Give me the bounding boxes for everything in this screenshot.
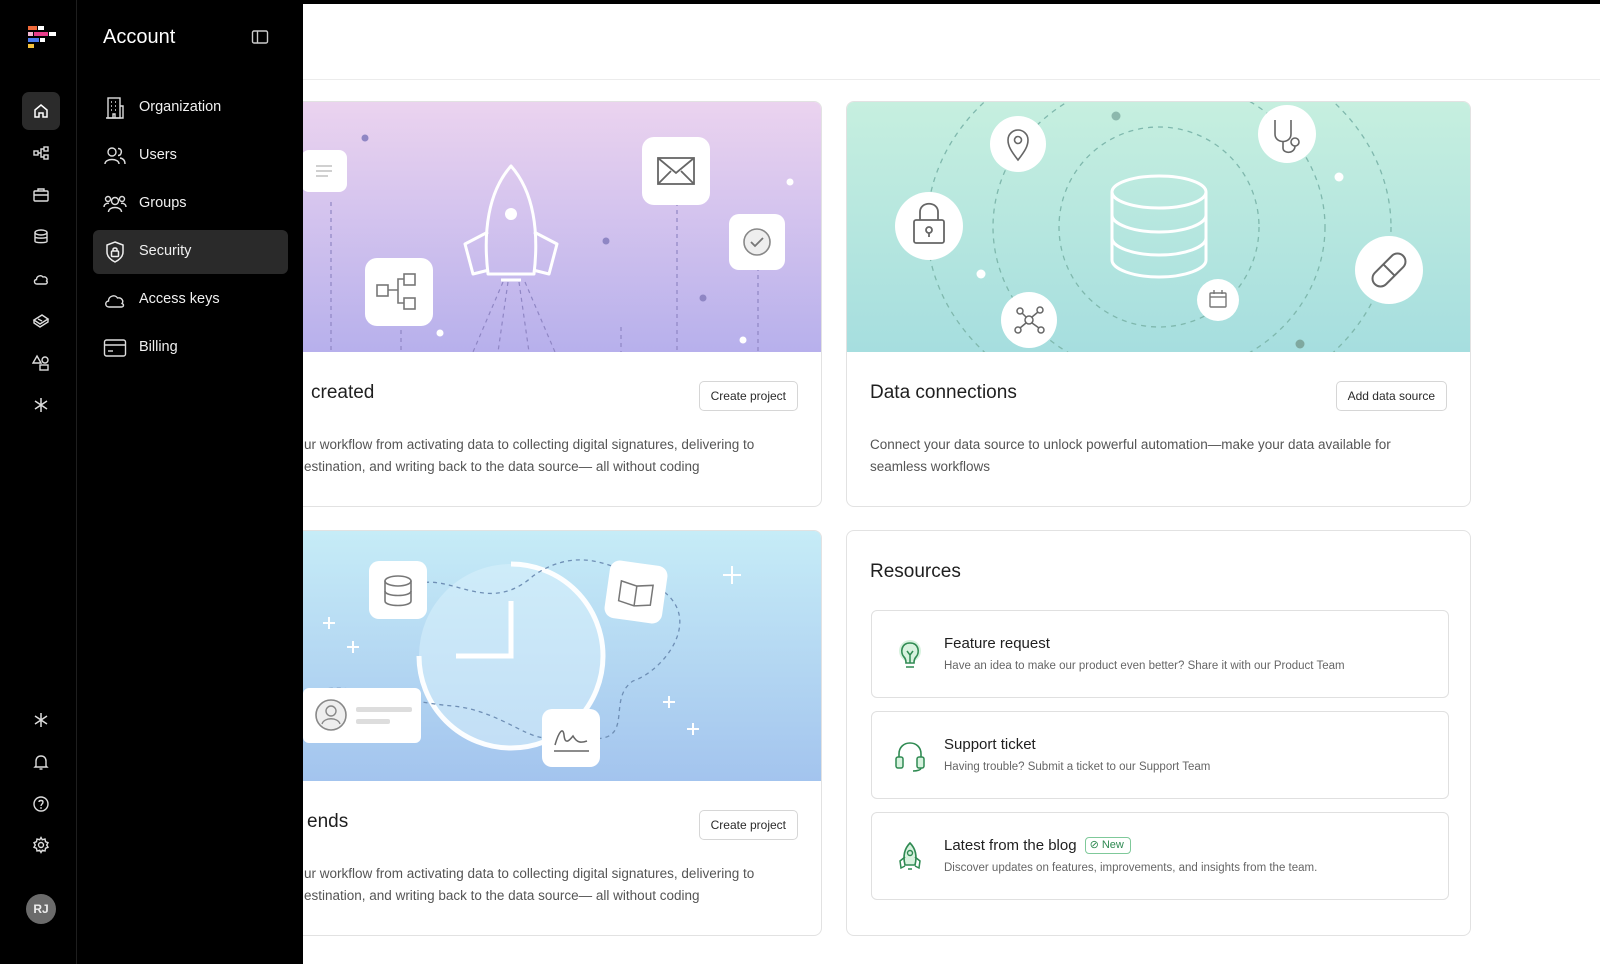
blog-item[interactable]: Latest from the blog ⊘ New Discover updat… bbox=[871, 812, 1449, 900]
blog-title: Latest from the blog ⊘ New bbox=[944, 837, 1131, 854]
blog-desc: Discover updates on features, improvemen… bbox=[944, 862, 1318, 874]
rail-cloud[interactable] bbox=[22, 260, 60, 298]
rail-projects[interactable] bbox=[22, 176, 60, 214]
nav-access-keys-label: Access keys bbox=[139, 291, 220, 307]
data-connections-desc-line1: Connect your data source to unlock power… bbox=[870, 437, 1391, 452]
feature-request-desc: Have an idea to make our product even be… bbox=[944, 660, 1345, 672]
data-connections-desc-line2: seamless workflows bbox=[870, 459, 991, 474]
data-connections-card: Data connections Add data source Connect… bbox=[846, 101, 1471, 507]
feature-request-item[interactable]: Feature request Have an idea to make our… bbox=[871, 610, 1449, 698]
nav-users[interactable]: Users bbox=[93, 134, 288, 178]
cloud-icon bbox=[33, 275, 48, 285]
rail-data[interactable] bbox=[22, 218, 60, 256]
add-data-source-button[interactable]: Add data source bbox=[1335, 381, 1447, 411]
bell-icon bbox=[33, 755, 49, 770]
trends-card-title: ends bbox=[307, 811, 349, 832]
new-badge-label: New bbox=[1101, 839, 1124, 851]
credit-card-icon bbox=[103, 339, 127, 357]
data-connections-illustration bbox=[847, 102, 1470, 352]
nav-organization[interactable]: Organization bbox=[93, 86, 288, 130]
workflow-icon bbox=[33, 146, 49, 160]
asterisk-icon bbox=[34, 713, 48, 727]
rail-workflows[interactable] bbox=[22, 134, 60, 172]
feature-request-title: Feature request bbox=[944, 635, 1050, 652]
rail-help[interactable] bbox=[22, 785, 60, 823]
nav-access-keys[interactable]: Access keys bbox=[93, 278, 288, 322]
user-avatar[interactable]: RJ bbox=[26, 894, 56, 924]
briefcase-icon bbox=[33, 188, 49, 202]
data-connections-title: Data connections bbox=[870, 382, 1017, 403]
rail-ai[interactable] bbox=[22, 386, 60, 424]
badge-check-icon: ⊘ bbox=[1089, 839, 1099, 851]
trends-card-desc-line2: estination, and writing back to the data… bbox=[304, 888, 700, 903]
icon-rail: RJ bbox=[8, 0, 76, 964]
nav-users-label: Users bbox=[139, 147, 177, 163]
nav-organization-label: Organization bbox=[139, 99, 222, 115]
sidebar-toggle-icon[interactable] bbox=[251, 28, 269, 46]
rail-home[interactable] bbox=[22, 92, 60, 130]
database-icon bbox=[34, 229, 48, 244]
support-ticket-title: Support ticket bbox=[944, 736, 1036, 753]
projects-card-desc-line2: estination, and writing back to the data… bbox=[304, 459, 700, 474]
home-icon bbox=[34, 104, 48, 118]
resources-card: Resources Feature request Have an idea t… bbox=[846, 530, 1471, 936]
rail-assistant[interactable] bbox=[22, 701, 60, 739]
app-logo bbox=[28, 26, 56, 48]
nav-billing-label: Billing bbox=[139, 339, 178, 355]
lightbulb-icon bbox=[899, 640, 921, 668]
rail-shapes[interactable] bbox=[22, 344, 60, 382]
help-icon bbox=[33, 796, 49, 812]
create-project-button[interactable]: Create project bbox=[698, 381, 798, 411]
groups-icon bbox=[103, 195, 127, 213]
nav-billing[interactable]: Billing bbox=[93, 326, 288, 370]
resources-title: Resources bbox=[870, 561, 961, 582]
gear-icon bbox=[32, 836, 50, 854]
shield-lock-icon bbox=[106, 241, 124, 263]
support-ticket-desc: Having trouble? Submit a ticket to our S… bbox=[944, 761, 1211, 773]
nav-security-label: Security bbox=[139, 243, 192, 259]
nav-groups[interactable]: Groups bbox=[93, 182, 288, 226]
rail-settings[interactable] bbox=[22, 826, 60, 864]
headset-icon bbox=[895, 742, 925, 772]
shapes-icon bbox=[32, 354, 49, 371]
new-badge: ⊘ New bbox=[1084, 837, 1131, 854]
cloud-icon bbox=[105, 295, 125, 308]
account-panel: Account Organization Users Groups Securi… bbox=[76, 0, 303, 964]
blog-title-text: Latest from the blog bbox=[944, 837, 1077, 854]
projects-card-title: created bbox=[311, 382, 375, 403]
building-icon bbox=[106, 97, 124, 119]
nav-groups-label: Groups bbox=[139, 195, 187, 211]
create-project-button-2[interactable]: Create project bbox=[698, 810, 798, 840]
trends-card-desc-line1: ur workflow from activating data to coll… bbox=[304, 866, 755, 881]
rail-tickets[interactable] bbox=[22, 302, 60, 340]
support-ticket-item[interactable]: Support ticket Having trouble? Submit a … bbox=[871, 711, 1449, 799]
rail-notifications[interactable] bbox=[22, 743, 60, 781]
panel-title: Account bbox=[103, 26, 176, 48]
users-icon bbox=[104, 147, 126, 165]
nav-security[interactable]: Security bbox=[93, 230, 288, 274]
asterisk-icon bbox=[34, 398, 48, 412]
projects-card-desc-line1: ur workflow from activating data to coll… bbox=[304, 437, 755, 452]
ticket-icon bbox=[32, 314, 50, 328]
rocket-icon bbox=[899, 841, 921, 870]
